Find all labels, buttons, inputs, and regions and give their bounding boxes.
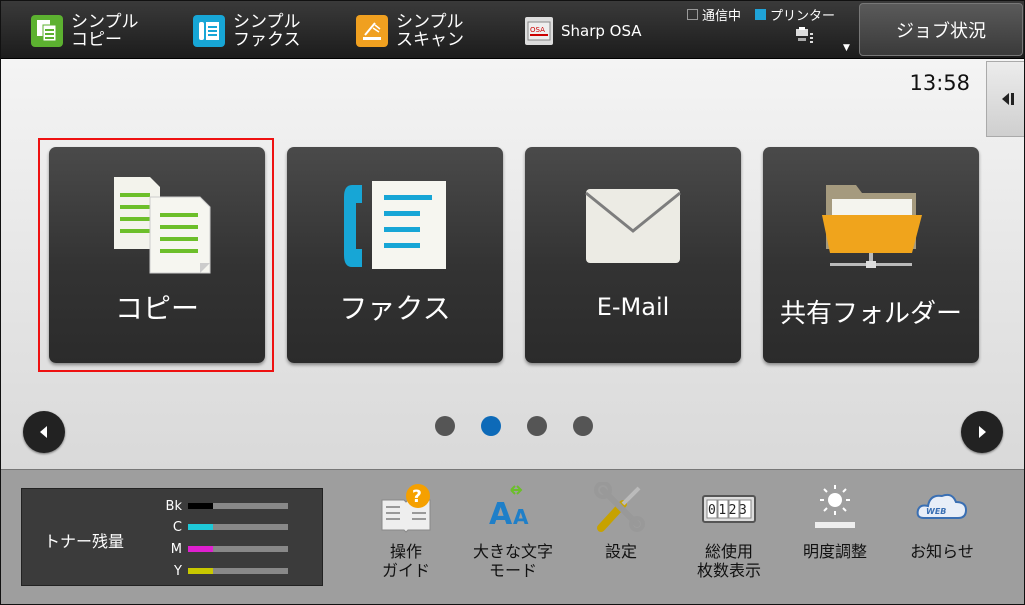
shared-folder-icon — [816, 175, 926, 275]
page-dot[interactable] — [435, 416, 455, 436]
simple-scan-icon — [356, 15, 388, 47]
simple-scan-label: シンプル スキャン — [396, 12, 464, 50]
shared-folder-tile[interactable]: 共有フォルダー — [763, 147, 979, 363]
device-screen: シンプル コピー シンプル ファクス シンプル スキャン OSA Sharp O… — [0, 0, 1025, 605]
operation-guide-label: 操作 ガイド — [381, 542, 430, 580]
printer-label: プリンター — [770, 9, 836, 24]
notification-label: お知らせ — [910, 542, 974, 561]
settings-button[interactable]: 設定 — [571, 481, 671, 600]
toner-label: M — [170, 541, 182, 557]
left-arrow-icon — [40, 426, 47, 438]
next-page-button[interactable] — [961, 411, 1003, 453]
operation-guide-button[interactable]: ? 操作 ガイド — [356, 482, 456, 600]
communicating-label: 通信中 — [702, 9, 742, 24]
shared-folder-tile-label: 共有フォルダー — [779, 299, 962, 329]
total-count-button[interactable]: 0123 総使用 枚数表示 — [679, 482, 779, 600]
large-text-mode-button[interactable]: A A 大きな文字 モード — [463, 482, 563, 600]
fax-tile[interactable]: ファクス — [287, 147, 503, 363]
operation-guide-icon: ? — [378, 482, 434, 538]
large-text-mode-icon: A A — [485, 482, 541, 538]
toner-label: Bk — [165, 498, 182, 514]
side-panel-toggle[interactable] — [986, 61, 1024, 137]
simple-fax-shortcut[interactable]: シンプル ファクス — [193, 9, 301, 53]
fax-tile-label: ファクス — [339, 292, 451, 325]
toner-level-cyan — [188, 524, 213, 530]
simple-fax-label: シンプル ファクス — [233, 12, 301, 50]
email-tile-label: E-Mail — [596, 293, 670, 321]
simple-scan-shortcut[interactable]: シンプル スキャン — [356, 9, 464, 53]
toner-label: C — [172, 519, 182, 535]
toner-level-yellow — [188, 568, 213, 574]
page-indicator — [435, 416, 593, 436]
right-arrow-icon — [979, 426, 986, 438]
settings-label: 設定 — [604, 542, 637, 561]
toner-row-black: Bk — [156, 496, 316, 516]
brightness-icon — [807, 482, 863, 538]
clock: 13:58 — [909, 71, 970, 95]
notification-icon: WEB — [914, 482, 970, 538]
job-status-button[interactable]: ジョブ状況 — [859, 3, 1023, 56]
top-bar: シンプル コピー シンプル ファクス シンプル スキャン OSA Sharp O… — [1, 1, 1024, 59]
simple-fax-icon — [193, 15, 225, 47]
svg-text:A: A — [513, 505, 529, 529]
toner-row-yellow: Y — [156, 561, 316, 581]
printer-indicator — [755, 9, 767, 20]
printer-queue-icon[interactable] — [795, 27, 817, 49]
selection-highlight — [38, 138, 274, 372]
brightness-button[interactable]: 明度調整 — [785, 482, 885, 600]
svg-text:A: A — [489, 497, 513, 532]
prev-page-button[interactable] — [23, 411, 65, 453]
page-dot[interactable] — [527, 416, 547, 436]
counter-digits: 0123 — [708, 503, 749, 518]
communicating-status: 通信中 プリンター — [687, 5, 857, 24]
email-tile[interactable]: E-Mail — [525, 147, 741, 363]
status-indicators: 通信中 プリンター ▼ — [687, 5, 857, 55]
simple-copy-icon — [31, 15, 63, 47]
svg-text:?: ? — [412, 487, 422, 507]
sharp-osa-shortcut[interactable]: OSA Sharp OSA — [525, 9, 642, 53]
toner-level-black — [188, 503, 213, 509]
notification-button[interactable]: WEB お知らせ — [892, 482, 992, 600]
simple-copy-shortcut[interactable]: シンプル コピー — [31, 9, 139, 53]
sharp-osa-icon: OSA — [525, 17, 553, 45]
dropdown-arrow-icon[interactable]: ▼ — [843, 43, 850, 53]
collapse-arrow-icon — [1001, 93, 1014, 105]
toner-panel: トナー残量 Bk C M Y — [21, 488, 323, 586]
toner-label: Y — [174, 563, 182, 579]
page-dot[interactable] — [573, 416, 593, 436]
toner-row-cyan: C — [156, 517, 316, 537]
toner-row-magenta: M — [156, 539, 316, 559]
page-dot-active[interactable] — [481, 416, 501, 436]
brightness-label: 明度調整 — [802, 542, 867, 561]
toner-title: トナー残量 — [44, 532, 125, 551]
sharp-osa-label: Sharp OSA — [561, 22, 642, 40]
svg-text:OSA: OSA — [530, 26, 545, 34]
total-count-label: 総使用 枚数表示 — [696, 542, 761, 580]
communicating-indicator — [687, 9, 698, 20]
toner-level-magenta — [188, 546, 213, 552]
simple-copy-label: シンプル コピー — [71, 12, 139, 50]
notification-badge: WEB — [926, 507, 946, 516]
total-count-icon: 0123 — [701, 482, 757, 538]
email-icon — [578, 175, 688, 275]
home-screen: 13:58 コピー ファクス E-Mail 共有フォルダー — [1, 59, 1024, 469]
settings-icon — [593, 481, 649, 538]
bottom-bar: トナー残量 Bk C M Y ? 操作 ガイド A A 大きな文字 モード 設定… — [1, 469, 1024, 604]
fax-icon — [340, 175, 450, 275]
large-text-mode-label: 大きな文字 モード — [472, 542, 553, 580]
